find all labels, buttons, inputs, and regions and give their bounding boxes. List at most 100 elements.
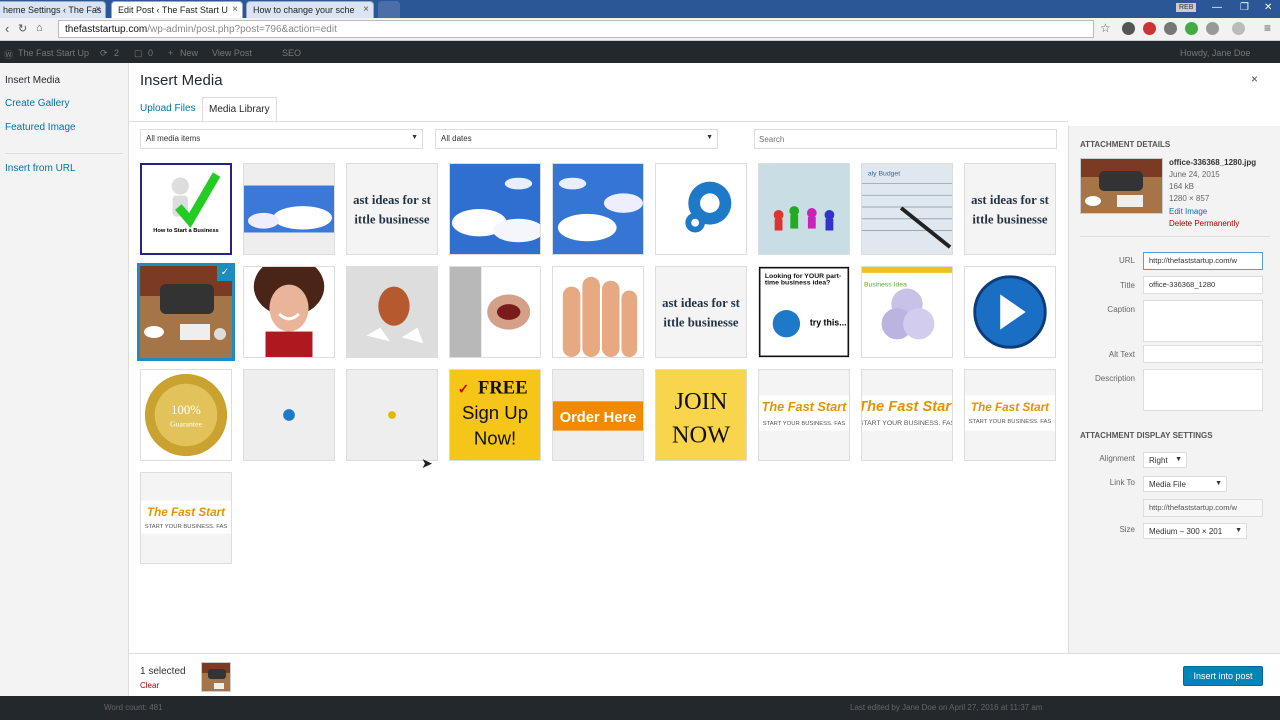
close-tab-icon[interactable]: × bbox=[232, 4, 238, 15]
attachment-thumbnail[interactable] bbox=[243, 163, 335, 255]
fast-start-logo-image: The Fast Start START YOUR BUSINESS. FAS bbox=[141, 473, 231, 563]
attachment-thumbnail[interactable]: The Fast Start START YOUR BUSINESS. FAS bbox=[861, 369, 953, 461]
alignment-select[interactable]: Right ▼ bbox=[1143, 452, 1187, 468]
attachment-thumbnail[interactable] bbox=[449, 163, 541, 255]
link-to-select[interactable]: Media File ▼ bbox=[1143, 476, 1227, 492]
extension-icon[interactable] bbox=[1185, 22, 1198, 35]
view-post-link[interactable]: View Post bbox=[212, 48, 252, 58]
alt-text-field[interactable] bbox=[1143, 345, 1263, 363]
menu-featured-image[interactable]: Featured Image bbox=[5, 122, 76, 133]
svg-text:✓: ✓ bbox=[458, 381, 469, 396]
link-url-field[interactable]: http://thefaststartup.com/w bbox=[1143, 499, 1263, 517]
search-input[interactable] bbox=[754, 129, 1057, 149]
new-link[interactable]: New bbox=[180, 48, 198, 58]
maximize-icon[interactable]: ❐ bbox=[1240, 2, 1249, 13]
menu-insert-from-url[interactable]: Insert from URL bbox=[5, 163, 76, 174]
attachment-thumbnail[interactable]: JOIN NOW bbox=[655, 369, 747, 461]
edit-image-link[interactable]: Edit Image bbox=[1169, 207, 1207, 216]
attachment-thumbnail[interactable] bbox=[552, 163, 644, 255]
url-field[interactable]: http://thefaststartup.com/w bbox=[1143, 252, 1263, 270]
date-filter[interactable]: All dates ▼ bbox=[435, 129, 718, 149]
alt-text-label: Alt Text bbox=[1108, 350, 1135, 359]
howdy-user[interactable]: Howdy, Jane Doe bbox=[1180, 48, 1250, 58]
attachment-thumbnail[interactable] bbox=[243, 369, 335, 461]
attachment-thumbnail[interactable] bbox=[964, 266, 1056, 358]
url-input[interactable]: thefaststartup.com/wp-admin/post.php?pos… bbox=[58, 20, 1094, 38]
media-modal: Insert Media Create Gallery Featured Ima… bbox=[0, 63, 1280, 716]
angry-egg-image bbox=[347, 267, 437, 357]
wp-logo-icon[interactable]: Ⓦ bbox=[4, 48, 13, 61]
delete-permanently-link[interactable]: Delete Permanently bbox=[1169, 219, 1239, 228]
bookmark-star-icon[interactable]: ☆ bbox=[1100, 21, 1111, 35]
extension-icon[interactable] bbox=[1122, 22, 1135, 35]
free-signup-image: ✓ FREE Sign Up Now! bbox=[450, 370, 540, 460]
profile-badge[interactable]: REB bbox=[1176, 3, 1197, 12]
media-toolbar: 1 selected Clear Insert into post bbox=[129, 653, 1280, 696]
check-icon[interactable]: ✓ bbox=[217, 266, 232, 281]
attachment-thumbnail[interactable]: ast ideas for st ittle businesse bbox=[655, 266, 747, 358]
selected-thumbnail[interactable] bbox=[201, 662, 231, 692]
comments-icon[interactable]: ▢ bbox=[134, 48, 143, 59]
finger-faces-image bbox=[553, 267, 643, 357]
attachment-thumbnail[interactable]: The Fast Start START YOUR BUSINESS. FAS bbox=[964, 369, 1056, 461]
attachment-thumbnail[interactable] bbox=[552, 266, 644, 358]
attachment-thumbnail[interactable] bbox=[243, 266, 335, 358]
attachment-thumbnail[interactable] bbox=[346, 369, 438, 461]
close-icon[interactable]: × bbox=[1251, 72, 1258, 86]
browser-tab[interactable]: heme Settings ‹ The Fas × bbox=[0, 1, 106, 18]
attachment-thumbnail[interactable]: How to Start a Business bbox=[140, 163, 232, 255]
close-window-icon[interactable]: ✕ bbox=[1264, 2, 1272, 13]
attachment-thumbnail[interactable]: Order Here bbox=[552, 369, 644, 461]
attachment-thumbnail[interactable] bbox=[758, 163, 850, 255]
attachment-thumbnail[interactable] bbox=[655, 163, 747, 255]
attachment-thumbnail[interactable]: ✓ FREE Sign Up Now! bbox=[449, 369, 541, 461]
home-icon[interactable]: ⌂ bbox=[36, 22, 43, 34]
extension-icon[interactable] bbox=[1206, 22, 1219, 35]
extension-icon[interactable] bbox=[1232, 22, 1245, 35]
insert-into-post-button[interactable]: Insert into post bbox=[1183, 666, 1263, 686]
tab-upload-files[interactable]: Upload Files bbox=[134, 97, 202, 122]
attachment-thumbnail[interactable] bbox=[449, 266, 541, 358]
seo-link[interactable]: SEO bbox=[282, 48, 301, 58]
attachment-thumbnail[interactable]: aly Budget bbox=[861, 163, 953, 255]
media-type-filter[interactable]: All media items ▼ bbox=[140, 129, 423, 149]
new-tab-button[interactable] bbox=[378, 1, 400, 18]
game-pieces-image bbox=[759, 164, 849, 254]
clear-selection-link[interactable]: Clear bbox=[140, 681, 159, 690]
menu-icon[interactable]: ≡ bbox=[1264, 21, 1271, 35]
last-edited: Last edited by Jane Doe on April 27, 201… bbox=[850, 703, 1043, 712]
browser-tab[interactable]: Edit Post ‹ The Fast Start U × bbox=[111, 1, 243, 18]
site-name-link[interactable]: The Fast Start Up bbox=[18, 48, 89, 58]
reload-icon[interactable]: ↻ bbox=[18, 22, 27, 35]
attachment-thumbnail[interactable]: ast ideas for st ittle businesse bbox=[346, 163, 438, 255]
title-field[interactable]: office-336368_1280 bbox=[1143, 276, 1263, 294]
attachment-thumbnail[interactable]: Business Idea bbox=[861, 266, 953, 358]
extension-icon[interactable] bbox=[1143, 22, 1156, 35]
updates-icon[interactable]: ⟳ bbox=[100, 48, 108, 59]
fast-ideas-image: ast ideas for st ittle businesse bbox=[965, 164, 1055, 254]
attachment-thumbnail[interactable]: The Fast Start START YOUR BUSINESS. FAS bbox=[140, 472, 232, 564]
alignment-value: Right bbox=[1149, 456, 1168, 465]
minimize-icon[interactable]: — bbox=[1212, 2, 1222, 13]
attachment-thumbnail[interactable]: 100% Guarantee bbox=[140, 369, 232, 461]
attachment-thumbnail-selected[interactable]: ✓ bbox=[137, 263, 235, 361]
sky-image bbox=[244, 164, 334, 254]
browser-tab[interactable]: How to change your sche × bbox=[246, 1, 374, 18]
start-business-text: START YOUR BUSINESS. FAS bbox=[763, 421, 846, 427]
attachment-thumbnail[interactable] bbox=[346, 266, 438, 358]
back-icon[interactable]: ‹ bbox=[5, 21, 9, 36]
tab-label: How to change your sche bbox=[253, 5, 355, 15]
attachment-thumbnail[interactable]: ast ideas for st ittle businesse bbox=[964, 163, 1056, 255]
extension-icon[interactable] bbox=[1164, 22, 1177, 35]
attachment-thumbnail[interactable]: Looking for YOUR part-time business idea… bbox=[758, 266, 850, 358]
menu-insert-media[interactable]: Insert Media bbox=[5, 75, 60, 86]
caption-field[interactable] bbox=[1143, 300, 1263, 342]
close-tab-icon[interactable]: × bbox=[95, 4, 101, 15]
menu-create-gallery[interactable]: Create Gallery bbox=[5, 98, 69, 109]
tab-media-library[interactable]: Media Library bbox=[202, 97, 277, 122]
close-tab-icon[interactable]: × bbox=[363, 4, 369, 15]
attachment-thumbnail[interactable]: The Fast Start START YOUR BUSINESS. FAS bbox=[758, 369, 850, 461]
size-select[interactable]: Medium – 300 × 201 ▼ bbox=[1143, 523, 1247, 539]
description-field[interactable] bbox=[1143, 369, 1263, 411]
url-domain: thefaststartup.com bbox=[65, 24, 148, 35]
